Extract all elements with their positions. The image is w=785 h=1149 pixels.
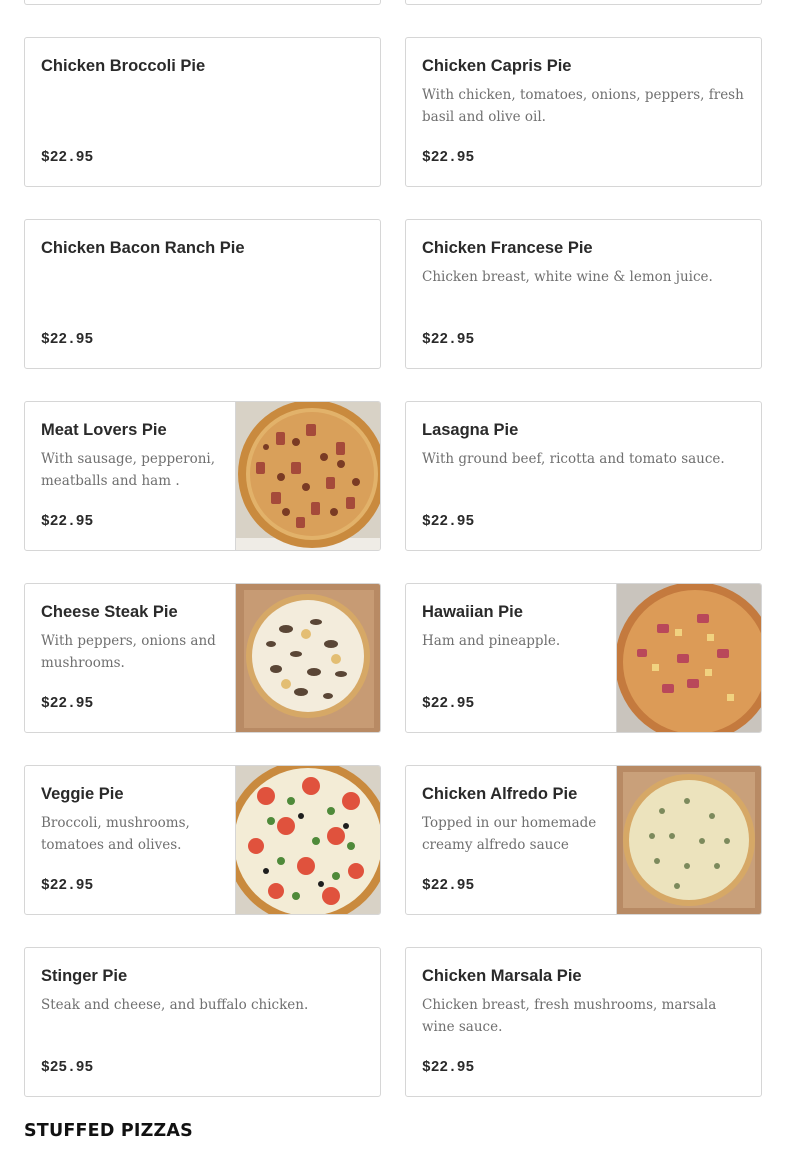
menu-item-name: Chicken Broccoli Pie bbox=[41, 57, 206, 75]
menu-item-description: With peppers, onions and mushrooms. bbox=[41, 633, 216, 671]
menu-item-card[interactable]: Chicken Francese Pie Chicken breast, whi… bbox=[405, 219, 762, 369]
cheese-steak-pizza-photo bbox=[235, 584, 380, 732]
menu-item-name: Veggie Pie bbox=[41, 785, 124, 803]
menu-item-name: Lasagna Pie bbox=[422, 421, 519, 439]
chicken-alfredo-pizza-photo bbox=[616, 766, 761, 914]
menu-item-price: $22.95 bbox=[422, 878, 475, 894]
menu-item-card[interactable]: Meat Lovers Pie With sausage, pepperoni,… bbox=[24, 401, 381, 551]
section-heading-stuffed-pizzas: STUFFED PIZZAS bbox=[24, 1121, 193, 1141]
menu-item-name: Chicken Francese Pie bbox=[422, 239, 593, 257]
meat-lovers-pizza-photo bbox=[235, 402, 380, 550]
menu-item-description: With sausage, pepperoni, meatballs and h… bbox=[41, 451, 216, 489]
menu-item-price: $22.95 bbox=[41, 696, 94, 712]
menu-item-name: Chicken Marsala Pie bbox=[422, 967, 582, 985]
menu-item-card[interactable]: Cheese Steak Pie With peppers, onions an… bbox=[24, 583, 381, 733]
menu-item-price: $22.95 bbox=[41, 150, 94, 166]
menu-item-card-partial[interactable] bbox=[405, 0, 762, 5]
menu-item-price: $22.95 bbox=[41, 514, 94, 530]
menu-item-price: $22.95 bbox=[422, 514, 475, 530]
menu-item-description: With ground beef, ricotta and tomato sau… bbox=[422, 451, 725, 467]
hawaiian-pizza-photo bbox=[616, 584, 761, 732]
menu-item-name: Meat Lovers Pie bbox=[41, 421, 167, 439]
menu-item-name: Hawaiian Pie bbox=[422, 603, 523, 621]
menu-item-price: $22.95 bbox=[422, 150, 475, 166]
menu-item-price: $22.95 bbox=[41, 332, 94, 348]
menu-item-price: $22.95 bbox=[41, 878, 94, 894]
menu-item-price: $22.95 bbox=[422, 1060, 475, 1076]
menu-item-description: Chicken breast, fresh mushrooms, marsala… bbox=[422, 997, 717, 1035]
menu-item-description: Steak and cheese, and buffalo chicken. bbox=[41, 997, 309, 1013]
menu-item-card[interactable]: Chicken Broccoli Pie $22.95 bbox=[24, 37, 381, 187]
veggie-pizza-photo bbox=[235, 766, 380, 914]
menu-item-name: Stinger Pie bbox=[41, 967, 128, 985]
menu-item-card[interactable]: Veggie Pie Broccoli, mushrooms, tomatoes… bbox=[24, 765, 381, 915]
menu-item-description: With chicken, tomatoes, onions, peppers,… bbox=[422, 87, 744, 125]
menu-item-card[interactable]: Chicken Alfredo Pie Topped in our homema… bbox=[405, 765, 762, 915]
menu-item-name: Chicken Alfredo Pie bbox=[422, 785, 578, 803]
menu-item-description: Broccoli, mushrooms, tomatoes and olives… bbox=[41, 815, 190, 853]
menu-item-card[interactable]: Lasagna Pie With ground beef, ricotta an… bbox=[405, 401, 762, 551]
menu-item-description: Topped in our homemade creamy alfredo sa… bbox=[422, 815, 597, 853]
menu-item-card[interactable]: Chicken Bacon Ranch Pie $22.95 bbox=[24, 219, 381, 369]
menu-item-name: Chicken Capris Pie bbox=[422, 57, 572, 75]
menu-item-description: Chicken breast, white wine & lemon juice… bbox=[422, 269, 713, 285]
menu-item-card[interactable]: Stinger Pie Steak and cheese, and buffal… bbox=[24, 947, 381, 1097]
menu-item-card[interactable]: Chicken Capris Pie With chicken, tomatoe… bbox=[405, 37, 762, 187]
menu-item-name: Cheese Steak Pie bbox=[41, 603, 178, 621]
menu-item-price: $22.95 bbox=[422, 332, 475, 348]
menu-item-price: $25.95 bbox=[41, 1060, 94, 1076]
menu-item-name: Chicken Bacon Ranch Pie bbox=[41, 239, 245, 257]
menu-item-price: $22.95 bbox=[422, 696, 475, 712]
menu-item-card-partial[interactable] bbox=[24, 0, 381, 5]
menu-item-description: Ham and pineapple. bbox=[422, 633, 561, 649]
menu-item-card[interactable]: Hawaiian Pie Ham and pineapple. $22.95 bbox=[405, 583, 762, 733]
menu-item-card[interactable]: Chicken Marsala Pie Chicken breast, fres… bbox=[405, 947, 762, 1097]
